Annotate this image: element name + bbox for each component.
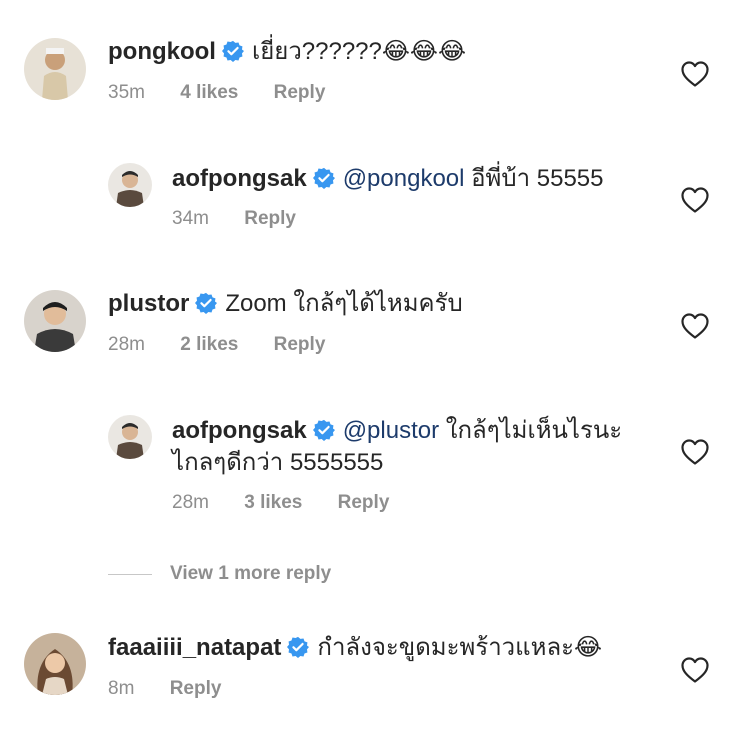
avatar[interactable] [108, 163, 152, 207]
avatar[interactable] [24, 38, 86, 100]
comment-username[interactable]: faaaiiii_natapat [108, 634, 281, 661]
reply-button[interactable]: Reply [244, 208, 296, 230]
likes-count[interactable]: 2 likes [180, 334, 238, 356]
heart-icon[interactable] [681, 657, 709, 683]
reply-button[interactable]: Reply [338, 492, 390, 514]
avatar[interactable] [108, 415, 152, 459]
verified-badge-icon [195, 292, 218, 314]
comment-username[interactable]: aofpongsak [172, 417, 307, 444]
avatar[interactable] [24, 633, 86, 695]
mention-link[interactable]: @plustor [343, 417, 439, 444]
reply-button[interactable]: Reply [274, 82, 326, 104]
reply-button[interactable]: Reply [274, 334, 326, 356]
heart-icon[interactable] [681, 61, 709, 87]
reply-button[interactable]: Reply [170, 678, 222, 700]
heart-icon[interactable] [681, 187, 709, 213]
comment-text: เยี่ยว??????😂😂😂 [251, 38, 467, 65]
view-more-replies-label: View 1 more reply [170, 563, 332, 584]
comment-text: อีพี่บ้า 55555 [471, 165, 604, 192]
heart-icon[interactable] [681, 313, 709, 339]
comment-timestamp: 34m [172, 208, 209, 229]
mention-link[interactable]: @pongkool [343, 165, 465, 192]
verified-badge-icon [221, 40, 244, 62]
heart-icon[interactable] [681, 439, 709, 465]
verified-badge-icon [312, 167, 335, 189]
comment-username[interactable]: aofpongsak [172, 165, 307, 192]
comment-username[interactable]: pongkool [108, 38, 216, 65]
comment-username[interactable]: plustor [108, 290, 189, 317]
comment-text-continued: ไกลๆดีกว่า 5555555 [172, 449, 384, 476]
likes-count[interactable]: 4 likes [180, 82, 238, 104]
view-more-replies-button[interactable]: View 1 more reply [108, 560, 331, 588]
likes-count[interactable]: 3 likes [244, 492, 302, 514]
comment-timestamp: 35m [108, 82, 145, 103]
comment-text: กำลังจะขูดมะพร้าวแหละ😂 [317, 634, 603, 661]
comment-timestamp: 8m [108, 678, 135, 699]
divider [108, 573, 152, 575]
comment-text: Zoom ใกล้ๆได้ไหมครับ [225, 290, 463, 317]
comment-timestamp: 28m [172, 492, 209, 513]
comment-timestamp: 28m [108, 334, 145, 355]
avatar[interactable] [24, 290, 86, 352]
verified-badge-icon [287, 636, 310, 658]
verified-badge-icon [312, 419, 335, 441]
comment-text: ใกล้ๆไม่เห็นไรนะ [445, 417, 623, 444]
